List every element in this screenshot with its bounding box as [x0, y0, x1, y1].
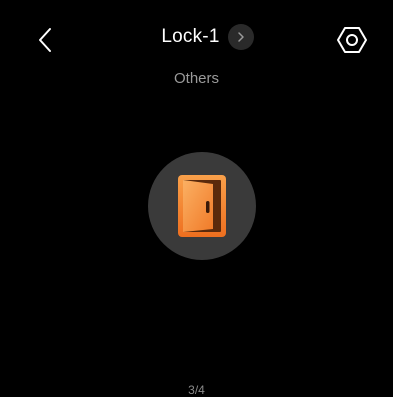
page-indicator: 3/4	[188, 383, 205, 397]
settings-button[interactable]	[336, 24, 368, 56]
device-control-screen: Lock-1 Others 3/4	[0, 0, 393, 397]
room-label: Others	[173, 70, 219, 87]
device-title: Lock-1	[161, 26, 220, 47]
chevron-right-icon	[237, 32, 244, 42]
device-title-button[interactable]: Lock-1	[161, 24, 254, 50]
door-icon	[178, 175, 226, 237]
header-title-group: Lock-1	[0, 24, 393, 50]
title-chevron-badge	[227, 24, 254, 50]
hexagon-settings-icon	[337, 27, 367, 53]
door-lock-toggle[interactable]	[148, 152, 256, 260]
